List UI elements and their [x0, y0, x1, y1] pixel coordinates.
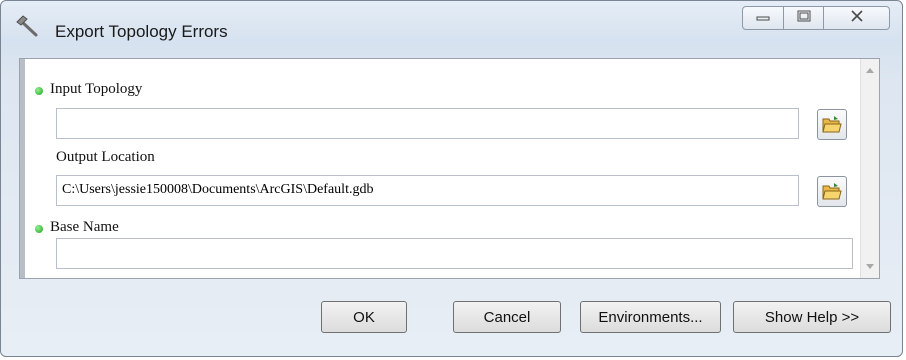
vertical-scrollbar[interactable]	[860, 59, 879, 278]
base-name-field[interactable]	[56, 238, 853, 269]
output-location-browse-button[interactable]	[817, 176, 847, 207]
required-indicator-icon	[35, 87, 43, 95]
dialog-window: Export Topology Errors Input Topology Ou…	[0, 0, 903, 357]
input-topology-field[interactable]	[56, 108, 799, 139]
output-location-field[interactable]: C:\Users\jessie150008\Documents\ArcGIS\D…	[56, 175, 799, 206]
close-button[interactable]	[824, 6, 890, 30]
maximize-button[interactable]	[784, 6, 824, 30]
window-title: Export Topology Errors	[55, 22, 228, 41]
cancel-button[interactable]: Cancel	[453, 301, 561, 333]
output-location-label: Output Location	[56, 149, 155, 165]
input-topology-label: Input Topology	[50, 81, 143, 97]
scroll-down-icon[interactable]	[866, 264, 874, 269]
scroll-up-icon[interactable]	[866, 68, 874, 73]
close-icon	[850, 9, 864, 27]
input-topology-browse-button[interactable]	[817, 109, 847, 140]
base-name-label: Base Name	[50, 219, 119, 235]
show-help-button[interactable]: Show Help >>	[733, 301, 891, 333]
panel-left-border	[20, 59, 25, 278]
minimize-icon	[756, 9, 770, 27]
maximize-icon	[797, 9, 811, 27]
minimize-button[interactable]	[742, 6, 784, 30]
required-indicator-icon	[35, 225, 43, 233]
parameters-panel: Input Topology Output Location C:\Users\…	[19, 58, 880, 279]
hammer-icon	[15, 15, 41, 37]
title-bar[interactable]: Export Topology Errors	[1, 1, 902, 49]
ok-button[interactable]: OK	[321, 301, 407, 333]
environments-button[interactable]: Environments...	[580, 301, 721, 333]
